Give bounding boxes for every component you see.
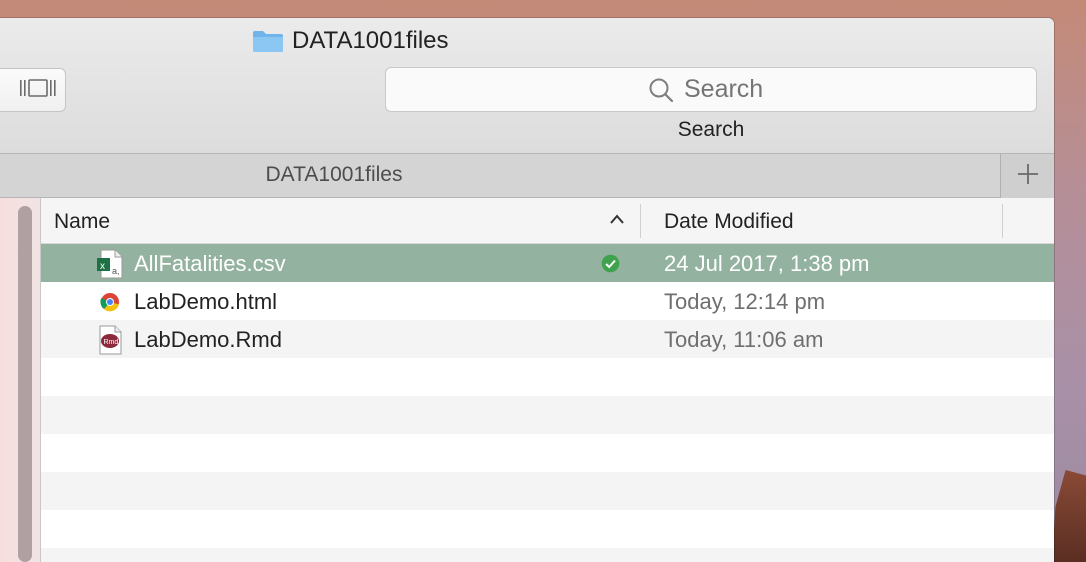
column-header: Name Date Modified bbox=[41, 198, 1054, 244]
sidebar-scrollbar[interactable] bbox=[18, 206, 32, 562]
sidebar bbox=[0, 198, 41, 562]
tab-bar: DATA1001files bbox=[0, 153, 1054, 198]
column-header-name[interactable]: Name bbox=[54, 210, 110, 234]
finder-window: DATA1001files Search Search DATA1001file… bbox=[0, 18, 1054, 562]
sync-checkmark-icon bbox=[601, 254, 620, 273]
toolbar: DATA1001files Search bbox=[0, 18, 1054, 153]
rmd-file-icon: Rmd bbox=[96, 325, 124, 355]
file-date-modified: 24 Jul 2017, 1:38 pm bbox=[664, 251, 870, 276]
excel-csv-file-icon: x a, bbox=[96, 249, 124, 279]
empty-row bbox=[41, 396, 1054, 434]
chrome-html-file-icon bbox=[96, 287, 124, 317]
column-divider[interactable] bbox=[1002, 204, 1003, 238]
window-title-text: DATA1001files bbox=[292, 27, 449, 54]
file-date-modified: Today, 12:14 pm bbox=[664, 289, 826, 314]
sort-ascending-icon[interactable] bbox=[609, 212, 625, 230]
empty-row bbox=[41, 434, 1054, 472]
empty-row bbox=[41, 548, 1054, 562]
svg-text:Rmd: Rmd bbox=[104, 339, 119, 346]
search-input[interactable] bbox=[684, 75, 774, 104]
svg-text:x: x bbox=[100, 261, 105, 272]
file-name: LabDemo.html bbox=[134, 289, 278, 314]
file-name: LabDemo.Rmd bbox=[134, 327, 282, 352]
file-row-labdemo-rmd[interactable]: Rmd LabDemo.Rmd Today, 11:06 am bbox=[41, 320, 1054, 358]
file-rows: x a, AllFatalities.csv 24 Jul 2017, 1:38… bbox=[41, 244, 1054, 562]
file-row-allfatalities[interactable]: x a, AllFatalities.csv 24 Jul 2017, 1:38… bbox=[41, 244, 1054, 282]
new-tab-button[interactable] bbox=[1000, 154, 1054, 198]
file-name: AllFatalities.csv bbox=[134, 251, 286, 276]
search-icon bbox=[648, 77, 674, 103]
folder-icon bbox=[252, 29, 284, 53]
empty-row bbox=[41, 510, 1054, 548]
search-field[interactable] bbox=[385, 67, 1037, 112]
window-title: DATA1001files bbox=[252, 26, 449, 56]
cover-flow-icon bbox=[19, 77, 57, 104]
empty-row bbox=[41, 472, 1054, 510]
file-row-labdemo-html[interactable]: LabDemo.html Today, 12:14 pm bbox=[41, 282, 1054, 320]
empty-row bbox=[41, 358, 1054, 396]
desktop-wallpaper-rock bbox=[1052, 470, 1086, 562]
file-date-modified: Today, 11:06 am bbox=[664, 327, 824, 352]
column-divider[interactable] bbox=[640, 204, 641, 238]
tab-data1001files[interactable]: DATA1001files bbox=[0, 163, 668, 187]
search-caption: Search bbox=[677, 118, 745, 141]
column-header-date-modified[interactable]: Date Modified bbox=[664, 210, 794, 234]
file-list: Name Date Modified x a, AllFatalities.cs… bbox=[41, 198, 1054, 562]
plus-icon bbox=[1017, 163, 1039, 190]
svg-text:a,: a, bbox=[112, 266, 120, 276]
cover-flow-view-button[interactable] bbox=[0, 68, 66, 112]
